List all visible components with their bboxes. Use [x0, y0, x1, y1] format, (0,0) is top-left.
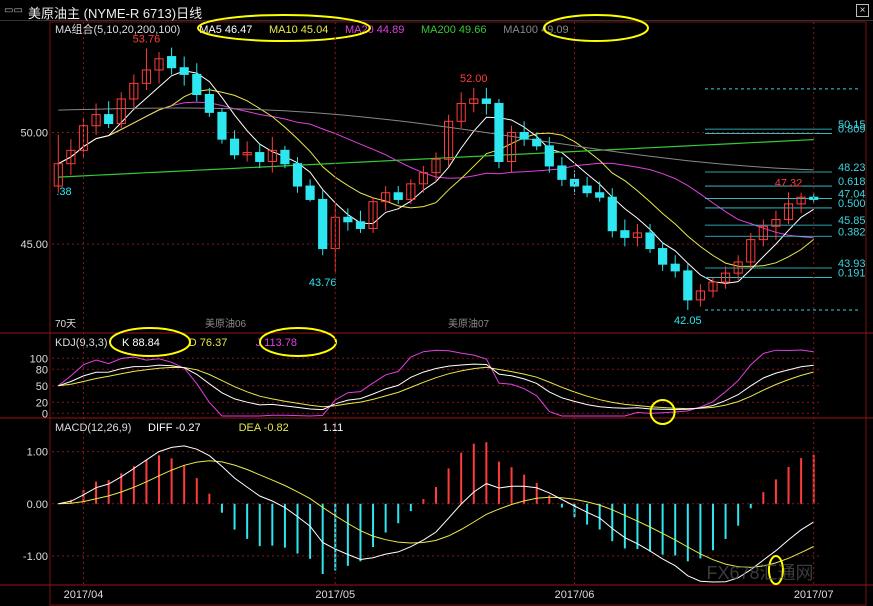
kdj-tick-label: 50 [36, 381, 48, 393]
candle-body [192, 73, 202, 96]
macd-legend-item: 1.11 [323, 422, 344, 434]
candle-body [481, 98, 491, 104]
macd-legend-item: DIFF -0.27 [148, 422, 201, 434]
candle-body [280, 149, 290, 165]
ma-legend-item: MA组合(5,10,20,200,100) [55, 22, 180, 36]
fib-label: 0.618 [838, 176, 866, 188]
candle-body [620, 230, 630, 238]
price-tick-label: 45.00 [20, 239, 48, 251]
candle-body [494, 102, 504, 162]
candle-body [557, 165, 567, 180]
candle-body [595, 192, 605, 198]
kdj-tick-label: 0 [42, 408, 48, 420]
price-annotation: 52.00 [460, 73, 488, 85]
candle-body [355, 221, 366, 229]
candle-body [204, 94, 214, 113]
kdj-legend-item: K 88.84 [122, 337, 160, 349]
ma-legend-item: MA100 49.09 [503, 24, 568, 36]
candle-body [670, 263, 680, 272]
candle-body [683, 270, 693, 301]
candle-body [519, 131, 529, 140]
kdj-tick-label: 80 [36, 364, 48, 376]
fib-label: 48.23 [838, 162, 866, 174]
candle-body [532, 138, 542, 147]
candle-body [393, 192, 403, 200]
x-tick-label: 2017/04 [64, 589, 104, 601]
macd-tick-label: 0.00 [27, 499, 48, 511]
candle-body [229, 138, 240, 156]
fib-label: 0.191 [838, 268, 866, 280]
x-tick-label: 2017/07 [794, 589, 834, 601]
price-annotation: .38 [56, 186, 71, 198]
ma-legend-item: MA200 49.66 [421, 24, 486, 36]
candle-body [343, 216, 353, 223]
candle-body [305, 185, 315, 200]
candle-body [658, 248, 668, 265]
candle-body [292, 163, 303, 187]
kdj-d-line [58, 366, 814, 410]
candle-body [217, 111, 227, 140]
fib-label: 0.382 [838, 226, 866, 238]
contract-label: 70天 [55, 319, 76, 330]
candle-body [167, 56, 177, 69]
x-tick-label: 2017/05 [315, 589, 355, 601]
price-annotation: 47.32 [775, 177, 803, 189]
price-tick-label: 50.00 [20, 127, 48, 139]
candle-body [318, 198, 328, 250]
kdj-j-line [57, 349, 814, 417]
macd-tick-label: 1.00 [27, 447, 48, 459]
candle-body [645, 232, 655, 250]
candle-body [582, 185, 592, 194]
watermark: FX678汇通网 [706, 563, 813, 583]
macd-title: MACD(12,26,9) [55, 422, 131, 434]
candle-body [544, 145, 554, 167]
plot-frame [49, 21, 867, 606]
price-annotation: 42.05 [674, 315, 702, 327]
candle-body [179, 67, 189, 75]
contract-label: 美原油06 [205, 317, 247, 330]
chart-area[interactable]: 50.0045.0050.150.80948.230.61847.040.500… [0, 0, 873, 606]
ma-legend-item: MA10 45.04 [269, 24, 328, 36]
kdj-title: KDJ(9,3,3) [55, 337, 108, 349]
contract-label: 美原油07 [448, 317, 490, 330]
macd-tick-label: -1.00 [23, 551, 48, 563]
ma-legend-item: MA20 44.89 [345, 24, 404, 36]
price-annotation: 43.76 [309, 277, 337, 289]
candle-body [255, 152, 265, 162]
fib-label: 0.809 [838, 124, 866, 136]
macd-legend-item: DEA -0.82 [239, 422, 289, 434]
x-tick-label: 2017/06 [555, 589, 595, 601]
fib-label: 0.500 [838, 198, 866, 210]
kdj-legend-item: D 76.37 [189, 337, 228, 349]
candle-body [607, 196, 617, 232]
candle-body [104, 114, 114, 125]
kdj-k-line [58, 363, 814, 411]
